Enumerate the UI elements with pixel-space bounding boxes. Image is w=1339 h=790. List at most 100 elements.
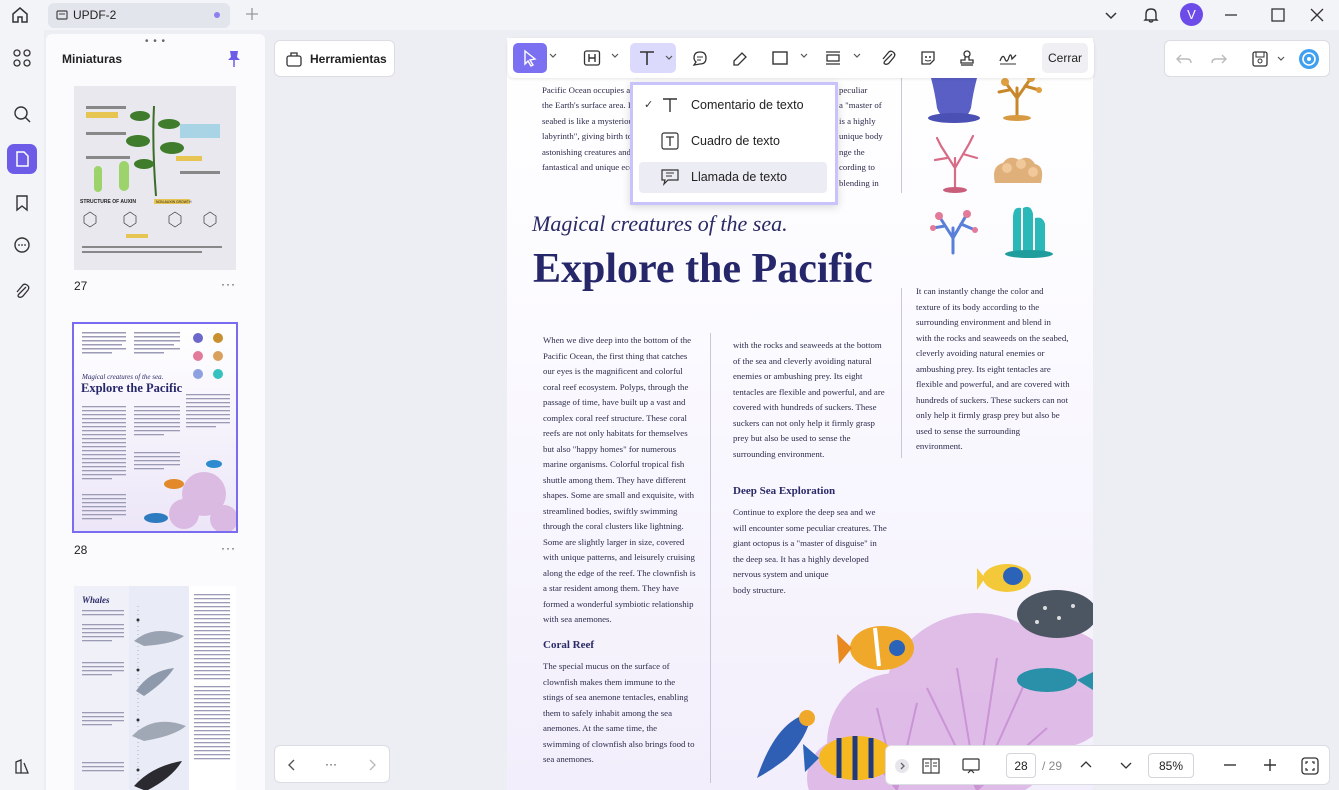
rail-comments-button[interactable] [7, 230, 37, 260]
thumbnail-27-art: STRUCTURE OF AUXIN NON-AUXIN GROWTH [74, 86, 236, 270]
comment-tool[interactable] [683, 43, 717, 73]
current-page-input[interactable]: 28 [1006, 753, 1036, 778]
column-divider [901, 68, 902, 193]
page-zoom-bar: 28 / 29 85% [885, 745, 1330, 785]
page-total: / 29 [1042, 759, 1063, 773]
doc-italic-heading: Magical creatures of the sea. [532, 211, 788, 236]
text-box-icon [661, 132, 679, 150]
zoom-level[interactable]: 85% [1148, 753, 1194, 778]
presentation-icon[interactable] [962, 757, 980, 775]
doc-column-2: with the rocks and seaweeds at the botto… [733, 340, 885, 459]
doc-title: Explore the Pacific [533, 246, 873, 292]
chevron-down-icon[interactable] [611, 53, 619, 59]
deep-sea-heading: Deep Sea Exploration [733, 485, 836, 497]
chevron-right-icon[interactable] [365, 758, 379, 772]
toolbox-icon [286, 52, 302, 67]
text-tool[interactable] [630, 43, 676, 73]
page-layout-icon[interactable] [922, 757, 940, 775]
speech-bubble-icon [692, 51, 707, 66]
thumbnail-nav: ··· [274, 745, 390, 783]
column-divider-2 [901, 288, 902, 458]
chevron-up-icon[interactable] [1078, 757, 1094, 773]
rail-thumbnails-button[interactable] [7, 144, 37, 174]
measure-tool[interactable] [816, 43, 850, 73]
annotation-toolbar: Cerrar [508, 38, 1094, 78]
thumbnail-29-title: Whales [82, 595, 110, 605]
dropdown-label: Cuadro de texto [691, 134, 780, 148]
sticker-icon [921, 51, 935, 65]
tools-button[interactable]: Herramientas [274, 40, 395, 77]
rail-search-button[interactable] [7, 99, 37, 129]
close-toolbar-button[interactable]: Cerrar [1042, 43, 1088, 73]
sticker-tool[interactable] [911, 43, 945, 73]
thumbnail-29-art: Whales [74, 586, 236, 790]
document-tab-label: UPDF-2 [73, 8, 117, 22]
rail-apps-button[interactable] [7, 43, 37, 73]
close-window-icon[interactable] [1307, 5, 1327, 25]
save-icon[interactable] [1251, 50, 1269, 68]
page-28-more-button[interactable]: ··· [221, 541, 236, 555]
highlight-tool[interactable] [723, 43, 757, 73]
panel-grip[interactable]: • • • [145, 36, 166, 47]
chevron-down-icon[interactable] [549, 53, 557, 59]
unsaved-indicator [214, 12, 220, 18]
doc-column-1: When we dive deep into the bottom of the… [543, 335, 696, 624]
maximize-icon[interactable] [1268, 5, 1288, 25]
thumbnail-page-27[interactable]: STRUCTURE OF AUXIN NON-AUXIN GROWTH [74, 86, 236, 270]
shape-tool[interactable] [763, 43, 797, 73]
collapse-icon[interactable] [894, 758, 910, 774]
bell-icon[interactable] [1141, 5, 1161, 25]
chevron-down-icon[interactable] [1101, 5, 1121, 25]
home-icon[interactable] [9, 4, 31, 26]
rectangle-icon [772, 51, 788, 65]
fit-page-icon[interactable] [1300, 756, 1320, 776]
page-27-more-button[interactable]: ··· [221, 277, 236, 291]
new-tab-icon[interactable] [244, 6, 260, 22]
header-tool[interactable] [575, 43, 609, 73]
thumbnail-page-28[interactable]: Magical creatures of the sea. Explore th… [72, 322, 238, 533]
chevron-down-icon[interactable] [853, 53, 861, 59]
coral-illustrations [928, 74, 1053, 258]
paperclip-icon [16, 283, 30, 298]
tools-label: Herramientas [310, 52, 387, 66]
undo-icon[interactable] [1175, 50, 1193, 68]
ai-assistant-icon[interactable] [1298, 48, 1320, 70]
heading-icon [583, 50, 601, 66]
zoom-out-icon[interactable] [1222, 757, 1238, 773]
signature-icon [999, 54, 1017, 65]
document-tab[interactable]: UPDF-2 [48, 3, 230, 28]
redo-icon[interactable] [1210, 50, 1228, 68]
dropdown-item-text-box[interactable]: Cuadro de texto [639, 126, 827, 157]
coral-reef-text: The special mucus on the surface of clow… [543, 661, 695, 764]
ruler-icon [826, 51, 840, 65]
signature-tool[interactable] [991, 43, 1025, 73]
search-icon [14, 106, 31, 123]
thumbnail-28-art: Magical creatures of the sea. Explore th… [74, 324, 236, 531]
rail-bookmarks-button[interactable] [7, 188, 37, 218]
page-number-28: 28 [74, 543, 88, 557]
title-bar: UPDF-2 V [0, 0, 1339, 30]
pin-icon[interactable] [226, 50, 242, 68]
dropdown-item-text-callout[interactable]: Llamada de texto [639, 162, 827, 193]
chevron-down-icon[interactable] [1118, 757, 1134, 773]
nav-more-button[interactable]: ··· [325, 757, 337, 771]
cursor-icon [524, 49, 537, 67]
doc-top-right-text: into the peculiar a "master of is a high… [839, 69, 883, 188]
attach-tool[interactable] [871, 43, 905, 73]
stamp-tool[interactable] [950, 43, 984, 73]
rail-attachments-button[interactable] [7, 276, 37, 306]
chevron-left-icon[interactable] [285, 758, 299, 772]
page-number-27: 27 [74, 279, 88, 293]
chevron-down-icon[interactable] [800, 53, 808, 59]
zoom-in-icon[interactable] [1262, 757, 1278, 773]
dropdown-item-text-comment[interactable]: ✓ Comentario de texto [639, 90, 827, 121]
history-toolbar [1164, 40, 1330, 77]
thumbnail-page-29[interactable]: Whales [74, 586, 236, 790]
avatar[interactable]: V [1180, 3, 1203, 26]
chevron-down-icon[interactable] [1277, 56, 1285, 62]
grid-icon [13, 49, 31, 67]
select-tool[interactable] [513, 43, 547, 73]
text-icon [663, 98, 677, 112]
rail-layers-button[interactable] [7, 752, 37, 782]
minimize-icon[interactable] [1221, 5, 1241, 25]
